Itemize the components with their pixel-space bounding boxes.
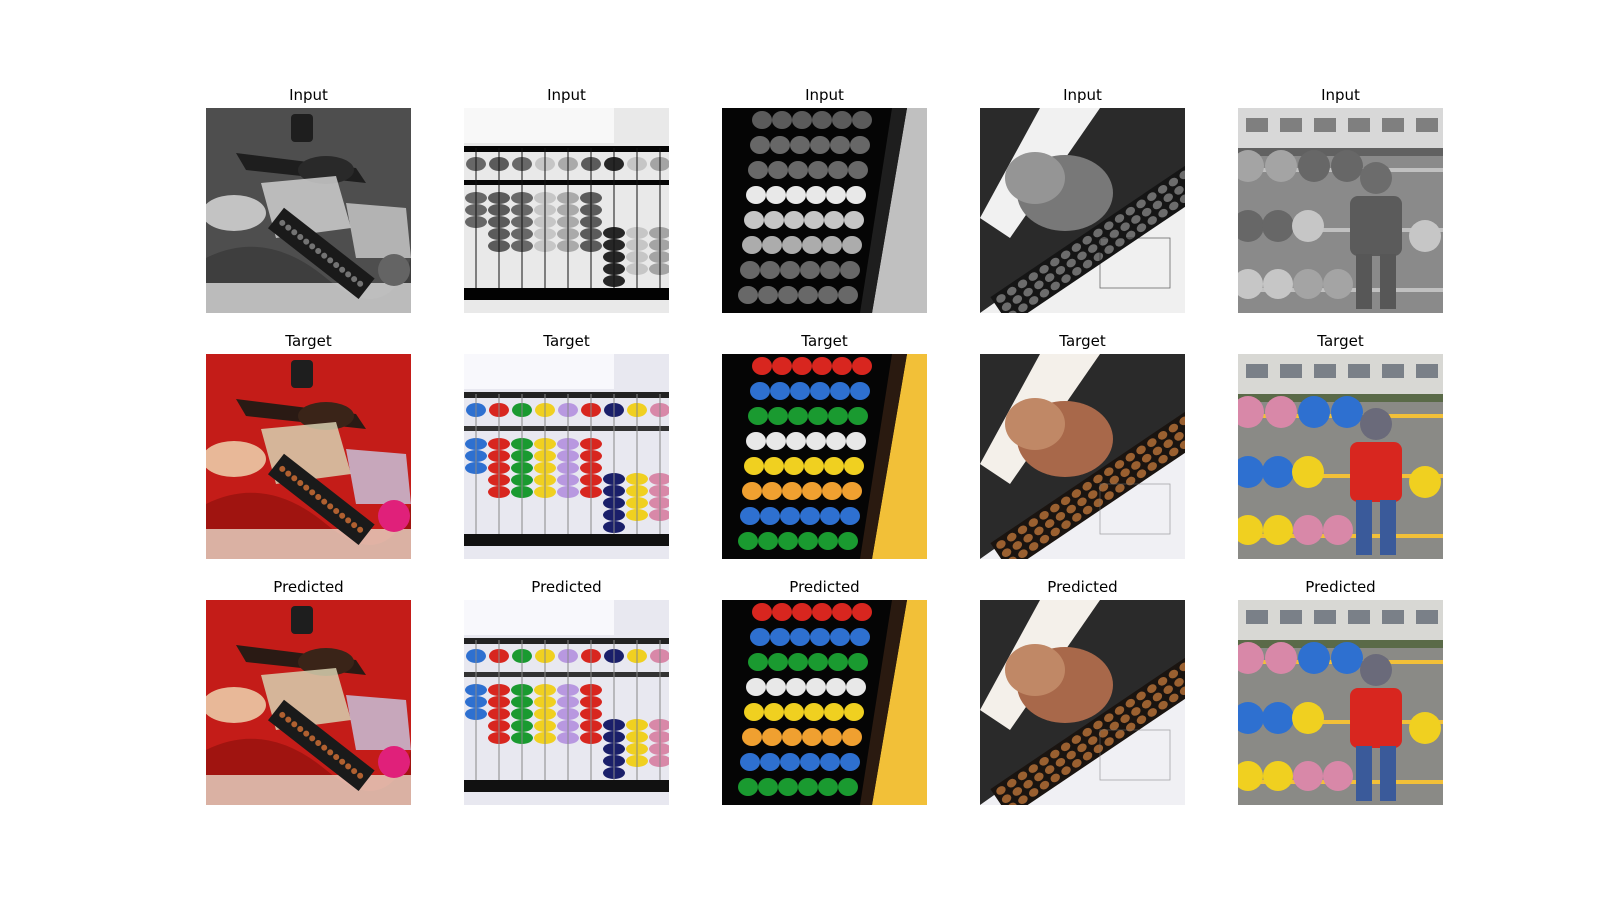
target-image-1 <box>206 354 411 559</box>
panel-title: Target <box>1317 332 1364 350</box>
predicted-image-1 <box>206 600 411 805</box>
target-image-3 <box>722 354 927 559</box>
panel-title: Predicted <box>789 578 860 596</box>
panel-title: Predicted <box>1047 578 1118 596</box>
panel-title: Target <box>1059 332 1106 350</box>
panel-title: Input <box>547 86 586 104</box>
input-image-3 <box>722 108 927 313</box>
input-image-1 <box>206 108 411 313</box>
panel-title: Predicted <box>1305 578 1376 596</box>
panel-title: Target <box>801 332 848 350</box>
input-image-5 <box>1238 108 1443 313</box>
target-image-2 <box>464 354 669 559</box>
panel-title: Target <box>543 332 590 350</box>
target-image-4 <box>980 354 1185 559</box>
target-image-5 <box>1238 354 1443 559</box>
panel-title: Input <box>289 86 328 104</box>
predicted-image-3 <box>722 600 927 805</box>
predicted-image-5 <box>1238 600 1443 805</box>
panel-title: Input <box>1321 86 1360 104</box>
panel-title: Target <box>285 332 332 350</box>
panel-title: Predicted <box>531 578 602 596</box>
input-image-2 <box>464 108 669 313</box>
panel-title: Predicted <box>273 578 344 596</box>
input-image-4 <box>980 108 1185 313</box>
panel-title: Input <box>1063 86 1102 104</box>
predicted-image-2 <box>464 600 669 805</box>
predicted-image-4 <box>980 600 1185 805</box>
figure-grid: Input Input Input Input Input Target Tar… <box>0 0 1600 900</box>
panel-title: Input <box>805 86 844 104</box>
